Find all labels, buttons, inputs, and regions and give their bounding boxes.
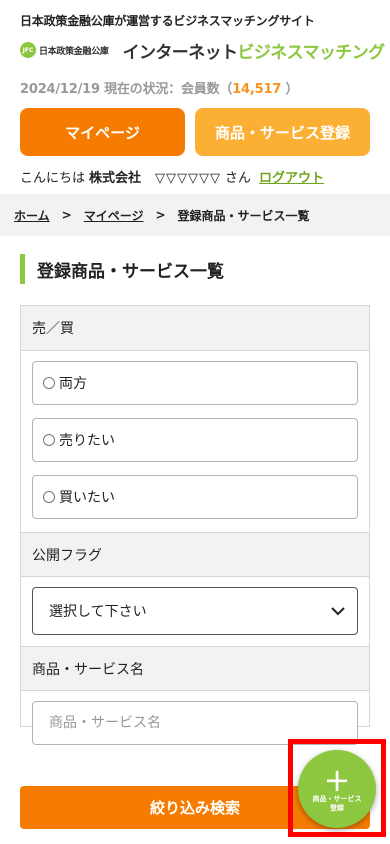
register-product-button[interactable]: 商品・サービス登録	[195, 108, 370, 156]
radio-label: 売りたい	[59, 433, 115, 449]
site-logo[interactable]: JFC 日本政策金融公庫 インターネットビジネスマッチング	[20, 38, 386, 63]
greeting-san: さん	[225, 171, 252, 186]
page-title: 登録商品・サービス一覧	[20, 254, 224, 284]
greeting-company: 株式会社	[89, 171, 142, 186]
breadcrumb-separator: >	[61, 208, 72, 222]
nav-buttons: マイページ 商品・サービス登録	[20, 108, 370, 156]
radio-circle-icon	[43, 491, 55, 503]
status-suffix: ）	[281, 82, 299, 97]
public-flag-select[interactable]: 選択して下さい	[32, 587, 358, 635]
site-name-part2: ビジネスマッチング	[237, 42, 385, 63]
chevron-down-icon	[331, 606, 345, 616]
mypage-button[interactable]: マイページ	[20, 108, 185, 156]
status-prefix: 2024/12/19 現在の状況：会員数（	[20, 82, 233, 97]
breadcrumb-home[interactable]: ホーム	[14, 207, 50, 224]
filter-panel: 売／買 両方 売りたい 買いたい 公開フラグ 選択して下さい 商品・サービス名	[20, 305, 370, 745]
add-product-fab[interactable]: + 商品・サービス 登録	[298, 750, 376, 828]
plus-icon: +	[323, 761, 351, 799]
public-flag-body: 選択して下さい	[21, 577, 369, 646]
greeting-hello: こんにちは	[20, 171, 86, 186]
radio-sell[interactable]: 売りたい	[32, 418, 358, 462]
radio-label: 買いたい	[59, 490, 115, 506]
radio-buy[interactable]: 買いたい	[32, 475, 358, 519]
public-flag-label: 公開フラグ	[21, 532, 369, 577]
jfc-logo-icon: JFC	[20, 42, 36, 58]
member-count: 14,517	[232, 82, 282, 97]
radio-both[interactable]: 両方	[32, 361, 358, 405]
member-status: 2024/12/19 現在の状況：会員数（14,517 ）	[20, 78, 298, 97]
jfc-org-name: 日本政策金融公庫	[39, 46, 109, 57]
logout-link[interactable]: ログアウト	[259, 171, 324, 186]
breadcrumb-current: 登録商品・サービス一覧	[177, 208, 310, 223]
public-flag-selected: 選択して下さい	[49, 604, 147, 620]
fab-label-line1: 商品・サービス	[312, 795, 362, 803]
breadcrumb-separator: >	[155, 208, 166, 222]
radio-circle-icon	[43, 434, 55, 446]
greeting-person: ▽▽▽▽▽▽	[155, 171, 222, 186]
greeting: こんにちは 株式会社 ▽▽▽▽▽▽ さん ログアウト	[20, 167, 324, 186]
site-name-part1: インターネット	[122, 42, 238, 63]
buy-sell-label: 売／買	[21, 306, 369, 351]
breadcrumb: ホーム > マイページ > 登録商品・サービス一覧	[0, 194, 390, 236]
breadcrumb-mypage[interactable]: マイページ	[84, 207, 144, 224]
product-name-label: 商品・サービス名	[21, 646, 369, 691]
buy-sell-options: 両方 売りたい 買いたい	[21, 351, 369, 519]
site-tagline: 日本政策金融公庫が運営するビジネスマッチングサイト	[20, 14, 315, 28]
site-name: インターネットビジネスマッチング	[122, 38, 386, 63]
fab-label-line2: 登録	[330, 804, 344, 812]
radio-label: 両方	[59, 376, 87, 392]
product-name-body	[21, 691, 369, 745]
radio-circle-icon	[43, 377, 55, 389]
